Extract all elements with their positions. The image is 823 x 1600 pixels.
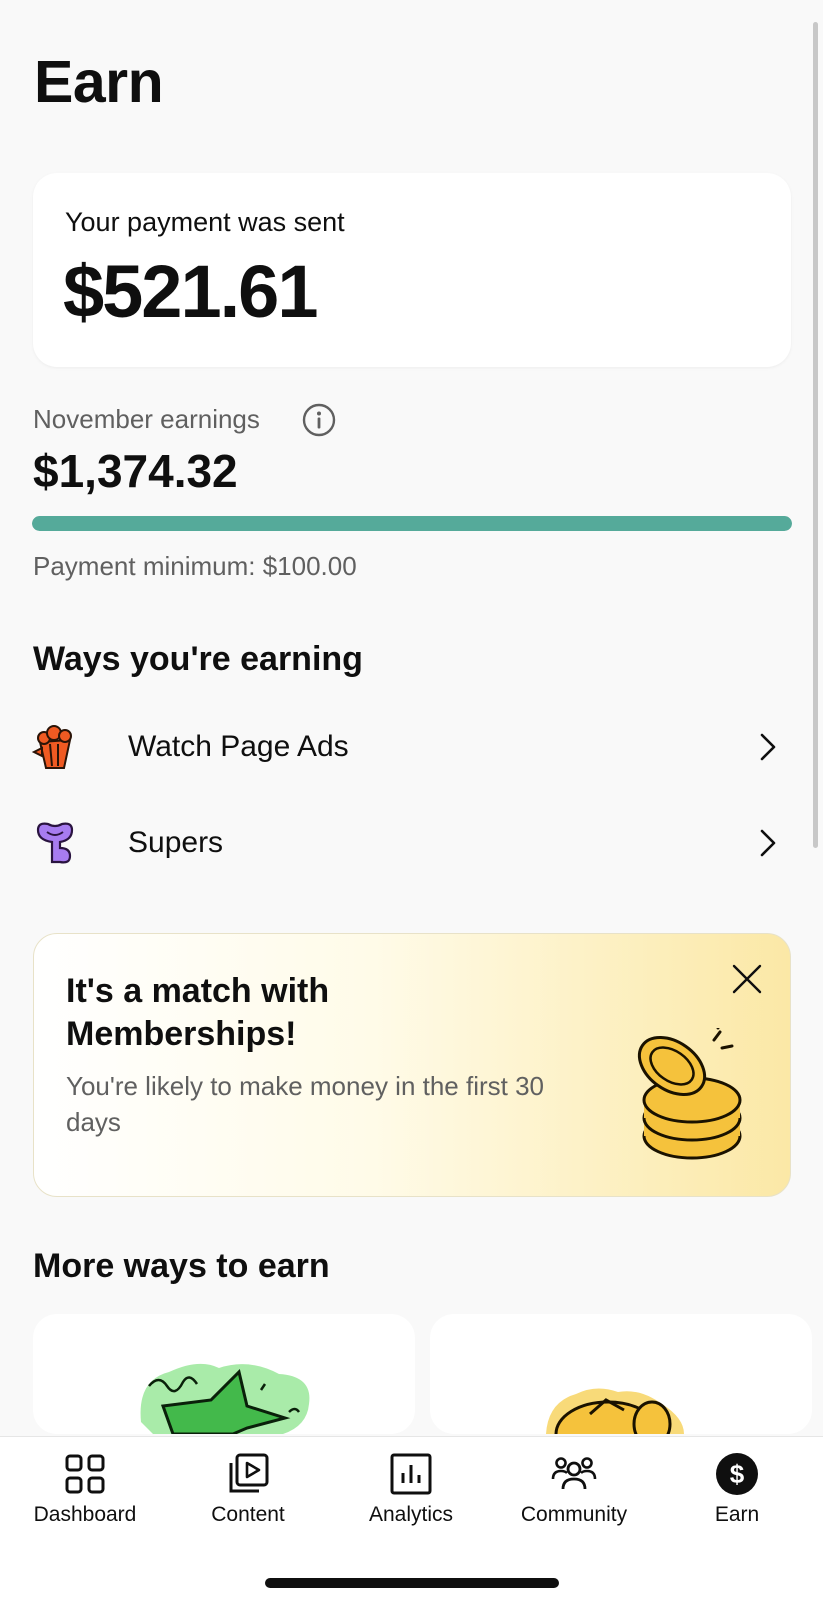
- page-title: Earn: [34, 49, 164, 115]
- more-ways-card[interactable]: [430, 1314, 812, 1434]
- list-item-watch-page-ads[interactable]: Watch Page Ads: [0, 706, 823, 786]
- close-icon[interactable]: [730, 962, 764, 996]
- svg-text:$: $: [730, 1459, 745, 1489]
- nav-label: Content: [211, 1503, 285, 1526]
- payment-status-label: Your payment was sent: [65, 207, 345, 237]
- promo-title: It's a match with Memberships!: [66, 972, 330, 1053]
- more-ways-card[interactable]: [33, 1314, 415, 1434]
- list-item-label: Watch Page Ads: [128, 730, 349, 763]
- nav-dashboard[interactable]: Dashboard: [3, 1451, 167, 1543]
- bottom-nav: Dashboard Content Analytics Community $: [0, 1436, 823, 1600]
- info-icon[interactable]: [302, 403, 336, 437]
- nav-earn[interactable]: $ Earn: [655, 1451, 819, 1543]
- earnings-month-label: November earnings: [33, 404, 260, 434]
- nav-label: Earn: [714, 1503, 760, 1526]
- chevron-right-icon: [760, 829, 776, 857]
- list-item-supers[interactable]: Supers: [0, 802, 823, 882]
- earnings-progress-bar: [32, 516, 792, 531]
- list-item-label: Supers: [128, 826, 224, 859]
- memberships-promo-card[interactable]: It's a match with Memberships! You're li…: [33, 933, 791, 1197]
- nav-analytics[interactable]: Analytics: [329, 1451, 493, 1543]
- chevron-right-icon: [760, 733, 776, 761]
- coins-icon: [637, 1028, 742, 1160]
- more-ways-title: More ways to earn: [33, 1247, 330, 1285]
- earnings-amount: $1,374.32: [33, 445, 238, 497]
- earn-dollar-icon: $: [716, 1453, 758, 1495]
- earnings-progress-fill: [32, 516, 792, 531]
- coins-illustration: [546, 1388, 684, 1434]
- analytics-icon: [390, 1453, 432, 1495]
- promo-description: You're likely to make money in the first…: [66, 1071, 545, 1137]
- ways-earning-title: Ways you're earning: [33, 640, 363, 678]
- nav-content[interactable]: Content: [166, 1451, 330, 1543]
- popcorn-icon: [31, 725, 72, 769]
- nav-community[interactable]: Community: [492, 1451, 656, 1543]
- nav-label: Dashboard: [33, 1503, 137, 1526]
- community-icon: [551, 1457, 597, 1490]
- nav-label: Analytics: [368, 1503, 454, 1526]
- supers-icon: [36, 822, 74, 864]
- content-icon: [229, 1453, 269, 1493]
- home-indicator[interactable]: [265, 1578, 559, 1588]
- dashboard-icon: [65, 1454, 105, 1494]
- star-illustration: [140, 1363, 310, 1434]
- nav-label: Community: [520, 1503, 628, 1526]
- payment-amount: $521.61: [63, 250, 318, 333]
- payment-card: Your payment was sent $521.61: [33, 173, 791, 367]
- payment-minimum-label: Payment minimum: $100.00: [33, 551, 357, 581]
